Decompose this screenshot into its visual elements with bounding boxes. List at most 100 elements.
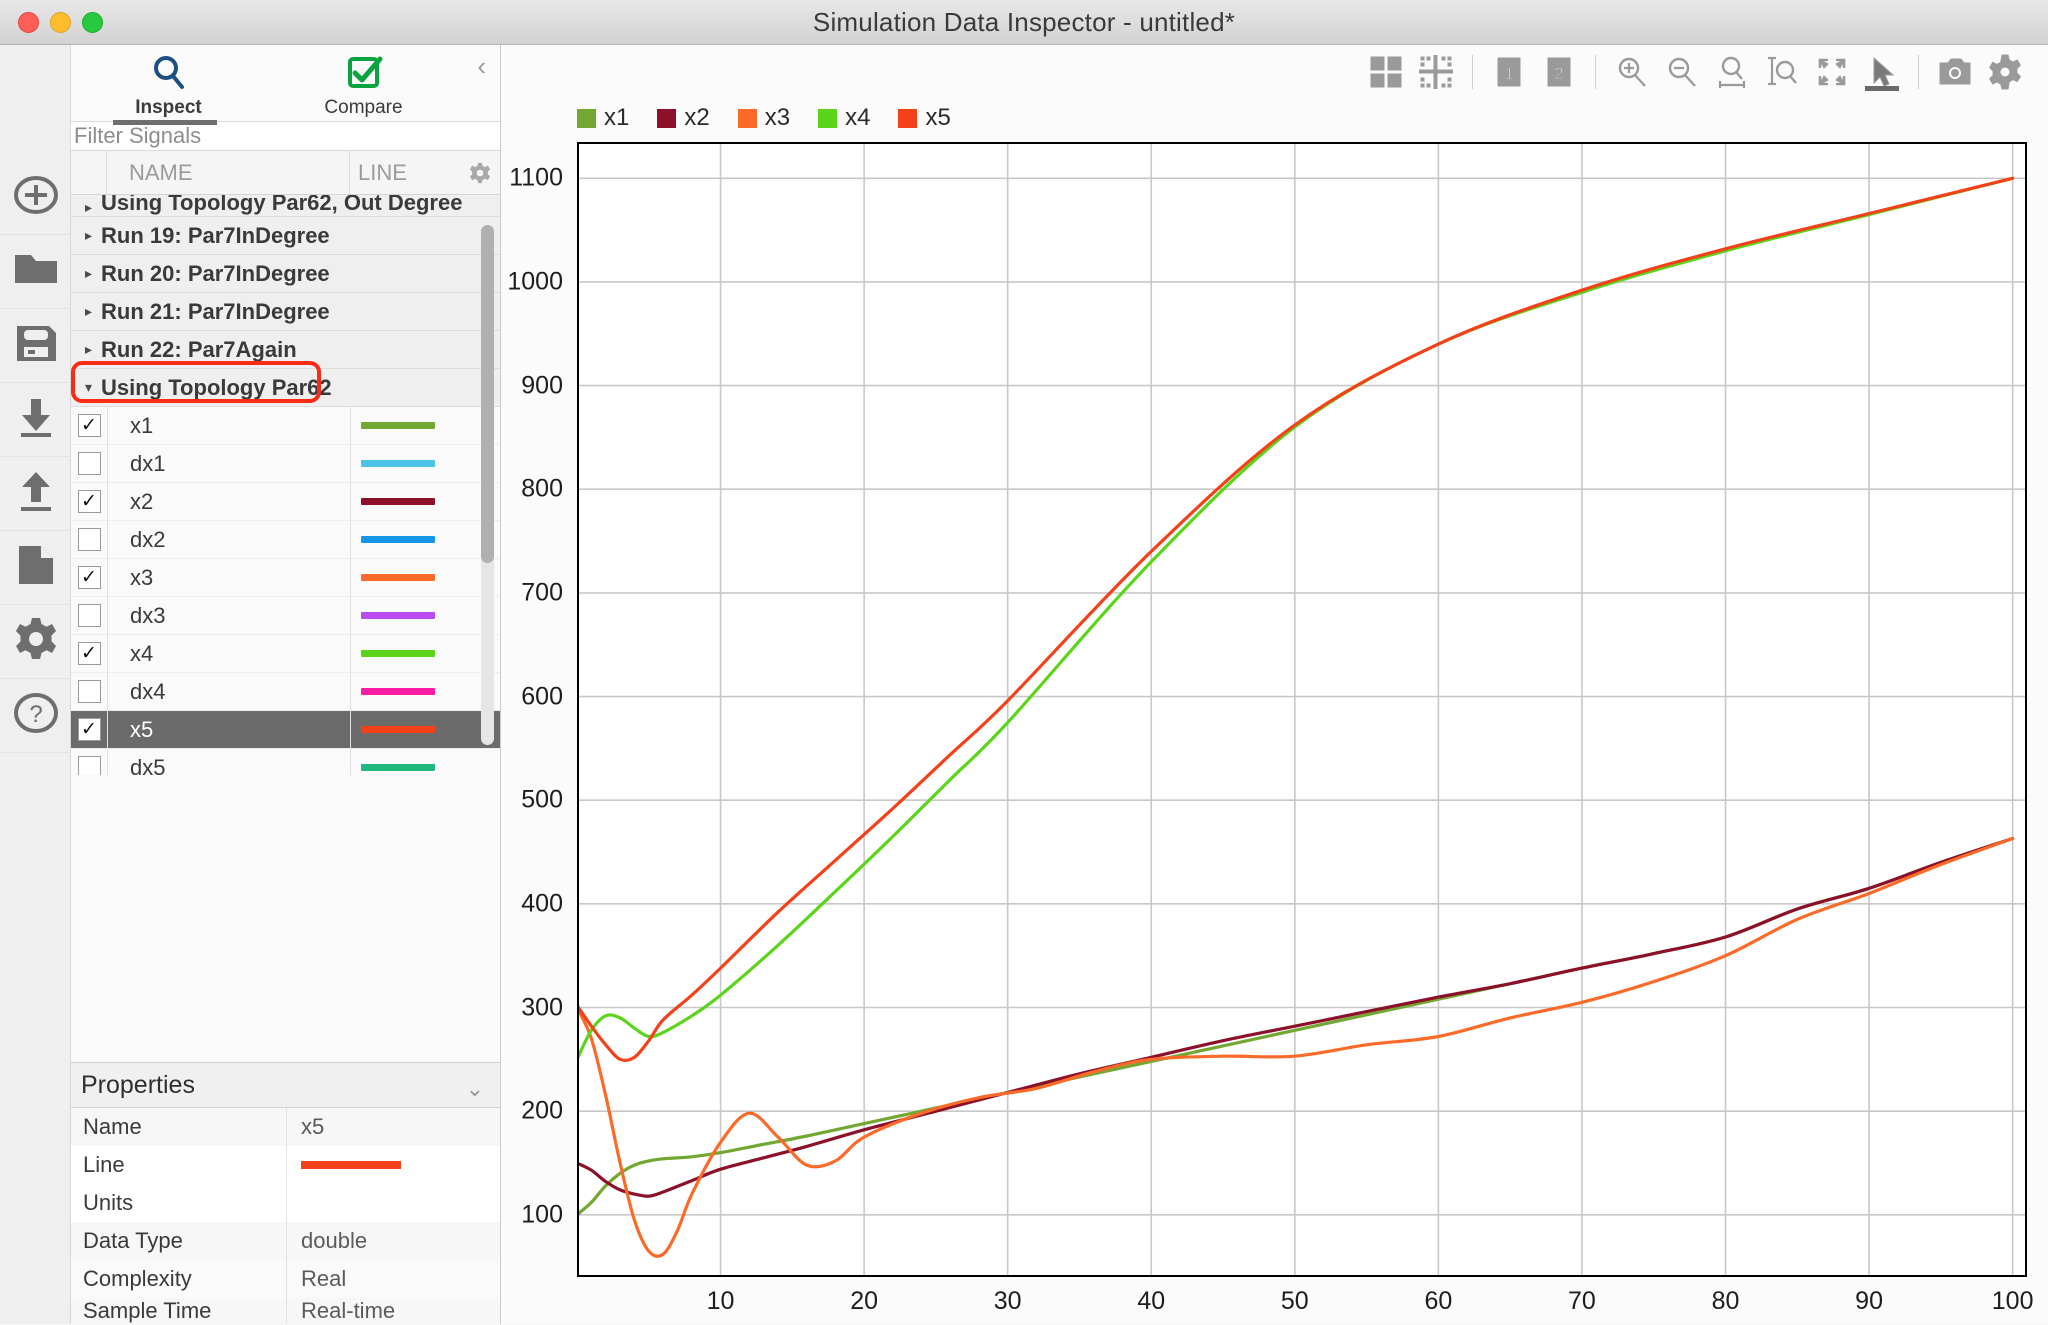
signal-name: x3 xyxy=(107,559,350,597)
rail-add-button[interactable] xyxy=(0,161,71,235)
rail-save-button[interactable] xyxy=(0,309,71,383)
signal-checkbox[interactable]: ✓ xyxy=(71,490,107,513)
signal-row-selected[interactable]: ✓ x5 xyxy=(71,711,500,749)
header-name-column[interactable]: NAME xyxy=(107,151,350,194)
signal-list[interactable]: ▸ Using Topology Par62, Out Degree ▸ Run… xyxy=(71,195,500,775)
gear-icon xyxy=(13,616,59,667)
signal-row[interactable]: dx2 xyxy=(71,521,500,559)
signal-row-tail xyxy=(460,673,500,711)
signal-row[interactable]: dx3 xyxy=(71,597,500,635)
column-settings-icon[interactable] xyxy=(460,151,500,194)
close-button[interactable] xyxy=(18,12,39,33)
gear-icon[interactable] xyxy=(1980,47,2030,97)
y-tick-label: 700 xyxy=(521,578,563,607)
group-label: Using Topology Par62, Out Degree xyxy=(101,195,462,216)
group-label: Run 22: Par7Again xyxy=(101,337,297,363)
signal-row-tail xyxy=(460,749,500,776)
cursor-2-icon[interactable]: 2 xyxy=(1534,47,1584,97)
signal-name: x5 xyxy=(107,711,350,749)
tab-compare[interactable]: Compare xyxy=(266,45,461,121)
signal-checkbox[interactable]: ✓ xyxy=(71,642,107,665)
zoom-button[interactable] xyxy=(82,12,103,33)
chevron-right-icon: ▸ xyxy=(85,341,92,358)
signal-line-cell[interactable] xyxy=(350,559,460,597)
signal-checkbox[interactable] xyxy=(71,756,107,775)
legend-item[interactable]: x4 xyxy=(818,104,870,132)
signal-row[interactable]: ✓ x4 xyxy=(71,635,500,673)
group-row[interactable]: ▸ Run 21: Par7InDegree xyxy=(71,293,500,331)
legend-item[interactable]: x5 xyxy=(898,104,950,132)
zoom-y-icon[interactable] xyxy=(1757,47,1807,97)
group-row[interactable]: ▸ Run 19: Par7InDegree xyxy=(71,217,500,255)
group-label: Using Topology Par62 xyxy=(101,375,332,401)
signal-row[interactable]: ✓ x3 xyxy=(71,559,500,597)
left-toolbar-rail: ? xyxy=(0,45,71,1324)
signal-name: dx4 xyxy=(107,673,350,711)
property-key: Name xyxy=(71,1108,287,1146)
signal-checkbox[interactable]: ✓ xyxy=(71,566,107,589)
group-row[interactable]: ▸ Run 20: Par7InDegree xyxy=(71,255,500,293)
signal-name: x1 xyxy=(107,407,350,445)
signal-line-cell[interactable] xyxy=(350,521,460,559)
signal-line-cell[interactable] xyxy=(350,483,460,521)
signal-row[interactable]: dx5 xyxy=(71,749,500,775)
signal-line-cell[interactable] xyxy=(350,749,460,776)
legend-item[interactable]: x3 xyxy=(738,104,790,132)
signal-checkbox[interactable]: ✓ xyxy=(71,718,107,741)
signal-checkbox[interactable] xyxy=(71,528,107,551)
chart-plot[interactable]: 10020030040050060070080090010001100 1020… xyxy=(577,142,2027,1277)
filter-signals-input[interactable]: Filter Signals xyxy=(71,121,500,151)
signal-line-cell[interactable] xyxy=(350,597,460,635)
y-tick-label: 100 xyxy=(521,1200,563,1229)
tab-inspect[interactable]: Inspect xyxy=(71,45,266,121)
layout-grid-icon[interactable] xyxy=(1361,47,1411,97)
signal-line-cell[interactable] xyxy=(350,407,460,445)
chevron-down-icon[interactable]: ⌄ xyxy=(466,1076,484,1102)
signal-row[interactable]: dx1 xyxy=(71,445,500,483)
rail-open-button[interactable] xyxy=(0,235,71,309)
signal-row[interactable]: ✓ x2 xyxy=(71,483,500,521)
rail-help-button[interactable]: ? xyxy=(0,679,71,753)
signal-list-scrollbar[interactable] xyxy=(481,225,494,745)
signal-line-cell[interactable] xyxy=(350,635,460,673)
cursor-1-icon[interactable]: 1 xyxy=(1484,47,1534,97)
pointer-icon[interactable] xyxy=(1857,47,1907,97)
zoom-x-icon[interactable] xyxy=(1707,47,1757,97)
signal-color-swatch xyxy=(361,460,435,467)
group-row[interactable]: ▸ Run 22: Par7Again xyxy=(71,331,500,369)
zoom-in-icon[interactable] xyxy=(1607,47,1657,97)
zoom-out-icon[interactable] xyxy=(1657,47,1707,97)
legend-item[interactable]: x1 xyxy=(577,104,629,132)
signal-row[interactable]: dx4 xyxy=(71,673,500,711)
signal-checkbox[interactable] xyxy=(71,452,107,475)
signal-checkbox[interactable] xyxy=(71,680,107,703)
properties-header[interactable]: Properties ⌄ xyxy=(71,1062,500,1108)
signal-line-cell[interactable] xyxy=(350,673,460,711)
rail-export-button[interactable] xyxy=(0,457,71,531)
panel-collapse-icon[interactable]: ‹ xyxy=(477,53,486,79)
properties-title: Properties xyxy=(81,1071,195,1100)
chart-legend: x1 x2 x3 x4 x5 xyxy=(501,98,2048,138)
header-line-column[interactable]: LINE xyxy=(350,151,460,194)
fit-to-view-icon[interactable] xyxy=(1807,47,1857,97)
property-value-line[interactable] xyxy=(287,1146,500,1184)
legend-item[interactable]: x2 xyxy=(657,104,709,132)
svg-text:1: 1 xyxy=(1504,64,1513,83)
filter-signals-placeholder: Filter Signals xyxy=(74,123,201,149)
minimize-button[interactable] xyxy=(50,12,71,33)
signal-line-cell[interactable] xyxy=(350,445,460,483)
scrollbar-thumb[interactable] xyxy=(481,225,494,563)
rail-preferences-button[interactable] xyxy=(0,605,71,679)
chart-canvas[interactable] xyxy=(577,142,2027,1277)
signal-row[interactable]: ✓ x1 xyxy=(71,407,500,445)
group-row[interactable]: ▸ Using Topology Par62, Out Degree xyxy=(71,195,500,217)
tab-inspect-label: Inspect xyxy=(135,97,202,119)
signal-line-cell[interactable] xyxy=(350,711,460,749)
rail-import-button[interactable] xyxy=(0,383,71,457)
signal-checkbox[interactable]: ✓ xyxy=(71,414,107,437)
rail-new-file-button[interactable] xyxy=(0,531,71,605)
camera-icon[interactable] xyxy=(1930,47,1980,97)
sparse-grid-icon[interactable] xyxy=(1411,47,1461,97)
signal-checkbox[interactable] xyxy=(71,604,107,627)
group-row-selected[interactable]: ▾ Using Topology Par62 xyxy=(71,369,500,407)
